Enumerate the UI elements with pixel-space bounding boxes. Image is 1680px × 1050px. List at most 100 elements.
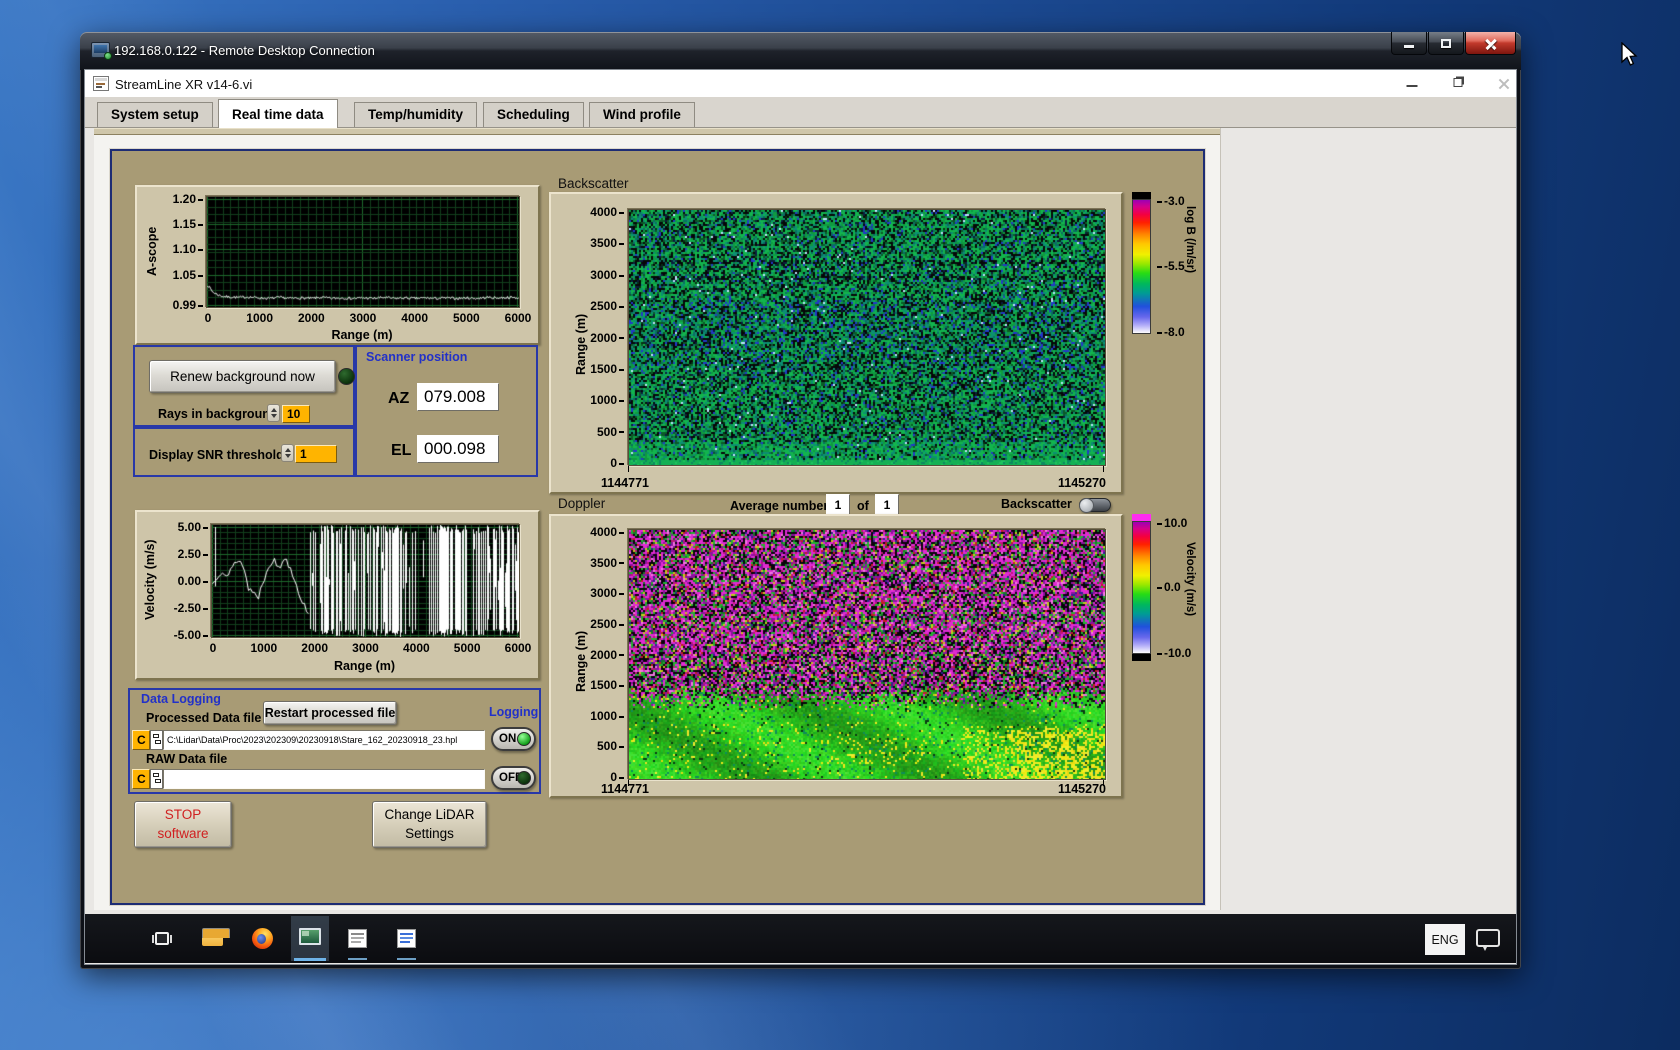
scan-scheduler-icon[interactable] — [348, 929, 367, 948]
doppler-x-start-label: 1144771 — [601, 782, 649, 796]
language-indicator[interactable]: ENG — [1425, 924, 1465, 955]
raw-data-file-path[interactable] — [163, 769, 485, 789]
doppler-y-ticks: 4000 3500 3000 2500 2000 1500 1000 500 0 — [580, 525, 624, 784]
y-tick-label: 3000 — [590, 586, 624, 600]
snr-spinner[interactable] — [281, 444, 294, 462]
restart-processed-file-button[interactable]: Restart processed file — [263, 701, 397, 725]
colorbar-gradient — [1132, 199, 1151, 334]
y-tick-label: 1500 — [590, 362, 624, 376]
backscatter-colorbar: -3.0 -5.5 -8.0 log B (/m/sr) — [1132, 192, 1207, 494]
rays-in-background-value[interactable]: 10 — [282, 405, 310, 423]
rdp-session-area: StreamLine XR v14-6.vi System setup Real … — [85, 70, 1516, 964]
velocity-y-ticks: 5.00 2.50 0.00 -2.50 -5.00 — [163, 520, 208, 642]
app-restore-button[interactable] — [1443, 74, 1473, 94]
doppler-graph-title: Doppler — [558, 496, 606, 511]
stop-button-line1: STOP — [164, 807, 202, 823]
browse-folder-icon[interactable] — [150, 730, 163, 750]
task-view-icon[interactable] — [152, 929, 172, 949]
maximize-button[interactable] — [1428, 32, 1464, 55]
open-app-underline — [397, 958, 416, 960]
desktop: 192.168.0.122 - Remote Desktop Connectio… — [0, 0, 1680, 1050]
ascope-x-ticks: 0 1000 2000 3000 4000 5000 6000 — [205, 311, 532, 325]
toggle-state-label: ON — [499, 733, 517, 745]
active-app-cell[interactable] — [291, 916, 329, 961]
task-view-glyph — [155, 932, 169, 945]
processed-data-file-path[interactable]: C:\Lidar\Data\Proc\2023\202309\20230918\… — [163, 730, 485, 750]
y-tick-label: 2500 — [590, 299, 624, 313]
app-close-button[interactable] — [1489, 74, 1516, 94]
colorbar-gradient — [1132, 521, 1151, 654]
colorbar-cap — [1132, 654, 1151, 661]
raw-logging-toggle[interactable]: OFF — [491, 766, 536, 790]
processed-logging-toggle[interactable]: ON — [491, 727, 536, 751]
restore-icon — [1453, 78, 1463, 87]
x-tick-label: 5000 — [452, 311, 480, 325]
snr-threshold-value[interactable]: 1 — [295, 445, 337, 463]
data-logging-box: Data Logging Processed Data file Restart… — [128, 688, 541, 794]
velocity-graph-panel: Velocity (m/s) 5.00 2.50 0.00 -2.50 -5.00 0 1… — [135, 510, 540, 680]
x-tick-label: 3000 — [352, 641, 379, 655]
ascope-graph-panel: A-scope 1.20 1.15 1.10 1.05 0.99 0 1000 2000 30… — [135, 185, 540, 345]
backscatter-toggle-label: Backscatter — [1001, 497, 1072, 511]
y-tick-label: 5.00 — [178, 520, 208, 534]
ascope-plot — [206, 196, 520, 308]
rdp-icon-status-dot — [104, 52, 112, 60]
rays-spinner[interactable] — [267, 404, 280, 422]
change-lidar-settings-button[interactable]: Change LiDAR Settings — [372, 801, 487, 848]
colorbar-tick-label: -10.0 — [1157, 646, 1191, 660]
axis-corner-tick — [1103, 466, 1104, 472]
spreadsheet-app-icon[interactable] — [397, 929, 416, 948]
backscatter-x-start-label: 1144771 — [601, 476, 649, 490]
y-tick-label: 2.50 — [178, 547, 208, 561]
minimize-button[interactable] — [1391, 32, 1427, 55]
tab-scheduling[interactable]: Scheduling — [483, 102, 584, 127]
velocity-x-ticks: 0 1000 2000 3000 4000 5000 6000 — [210, 641, 532, 655]
open-app-underline — [348, 958, 367, 960]
toggle-knob — [1079, 498, 1094, 513]
y-tick-label: 2500 — [590, 617, 624, 631]
spinner-down-icon — [285, 454, 291, 458]
average-total-value[interactable]: 1 — [875, 494, 899, 515]
spinner-up-icon — [285, 448, 291, 452]
doppler-graph-panel: Range (m) 4000 3500 3000 2500 2000 1500 1000 50… — [549, 514, 1123, 798]
y-tick-label: -2.50 — [174, 601, 208, 615]
y-tick-label: 4000 — [590, 205, 624, 219]
processed-drive-selector[interactable]: C — [132, 730, 150, 750]
y-tick-label: 3000 — [590, 268, 624, 282]
renew-background-led — [338, 368, 355, 385]
x-tick-label: 3000 — [349, 311, 377, 325]
tab-real-time-data[interactable]: Real time data — [218, 99, 338, 128]
tab-system-setup[interactable]: System setup — [97, 102, 213, 127]
average-count-value[interactable]: 1 — [826, 494, 850, 515]
backscatter-doppler-toggle[interactable] — [1079, 498, 1111, 513]
colorbar-cap — [1132, 192, 1151, 199]
y-tick-label: 1.05 — [173, 268, 203, 282]
y-tick-label: 4000 — [590, 525, 624, 539]
scanner-position-box: Scanner position AZ 079.008 EL 000.098 — [355, 345, 538, 477]
app-minimize-button[interactable] — [1397, 74, 1427, 94]
renew-background-button[interactable]: Renew background now — [149, 360, 336, 393]
logging-label: Logging — [489, 705, 539, 719]
tab-wind-profile[interactable]: Wind profile — [589, 102, 695, 127]
app-titlebar[interactable]: StreamLine XR v14-6.vi — [85, 70, 1516, 97]
el-label: EL — [391, 442, 412, 459]
raw-drive-selector[interactable]: C — [132, 769, 150, 789]
browse-folder-icon[interactable] — [150, 769, 163, 789]
colorbar-cap — [1132, 514, 1151, 521]
rdp-titlebar[interactable]: 192.168.0.122 - Remote Desktop Connectio… — [80, 32, 1521, 70]
y-tick-label: 2000 — [590, 331, 624, 345]
realtime-data-panel: Backscatter A-scope 1.20 1.15 1.10 1.05 0.99… — [110, 149, 1205, 905]
change-button-line1: Change LiDAR — [384, 807, 475, 823]
x-tick-label: 1000 — [250, 641, 278, 655]
chat-bubble-icon[interactable] — [1476, 929, 1500, 951]
tab-temp-humidity[interactable]: Temp/humidity — [354, 102, 478, 127]
colorbar-axis-label: Velocity (m/s) — [1184, 542, 1196, 617]
snr-threshold-label: Display SNR threshold — [149, 448, 284, 462]
close-button[interactable] — [1465, 32, 1516, 55]
chat-bubble-tail — [1482, 945, 1488, 951]
x-tick-label: 1000 — [246, 311, 274, 325]
firefox-icon[interactable] — [252, 928, 273, 949]
stop-software-button[interactable]: STOP software — [134, 801, 232, 848]
window-text-line — [400, 941, 410, 943]
file-explorer-icon[interactable] — [202, 928, 230, 946]
